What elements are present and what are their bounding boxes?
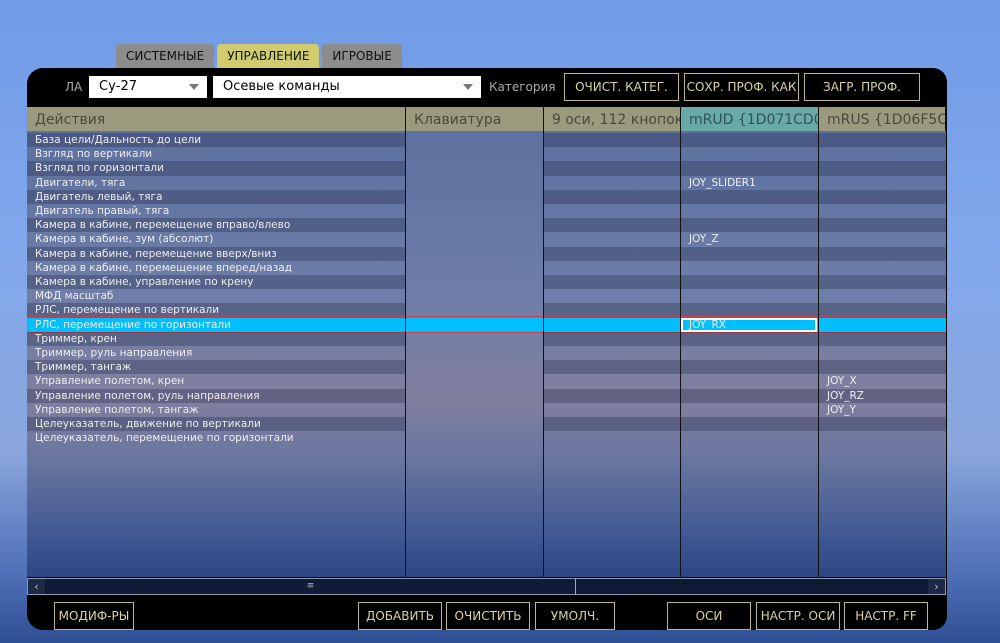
grip-icon: ≡	[306, 581, 315, 591]
mrus-cell[interactable]	[819, 204, 946, 218]
add-button[interactable]: ДОБАВИТЬ	[358, 602, 442, 630]
load-profile-button[interactable]: ЗАГР. ПРОФ.	[804, 73, 920, 101]
aircraft-label: ЛА	[65, 80, 83, 94]
column-header-device[interactable]: 9 оси, 112 кнопок	[544, 107, 681, 131]
bindings-table: Действия Клавиатура 9 оси, 112 кнопок mR…	[27, 107, 946, 577]
tab-system[interactable]: СИСТЕМНЫЕ	[116, 44, 215, 68]
mrus-cell[interactable]	[819, 317, 946, 332]
scroll-left-icon[interactable]: ‹	[28, 579, 45, 594]
mrus-cell[interactable]	[819, 133, 946, 148]
save-profile-as-button[interactable]: СОХР. ПРОФ. КАК	[684, 73, 799, 101]
column-divider	[544, 131, 681, 577]
mrus-cell[interactable]: JOY_Y	[819, 403, 946, 417]
mrus-cell[interactable]	[819, 346, 946, 360]
mrus-cell[interactable]	[819, 431, 946, 445]
category-value: Осевые команды	[223, 79, 340, 94]
mrus-cell[interactable]	[819, 176, 946, 190]
category-select[interactable]: Осевые команды	[213, 76, 481, 98]
mrus-cell[interactable]	[819, 246, 946, 261]
category-label: Категория	[489, 80, 556, 94]
mrus-cell[interactable]	[819, 189, 946, 204]
default-button[interactable]: УМОЛЧ.	[535, 602, 615, 630]
tab-controls[interactable]: УПРАВЛЕНИЕ	[217, 44, 320, 68]
column-header-keyboard[interactable]: Клавиатура	[406, 107, 544, 131]
mrus-cell[interactable]	[819, 275, 946, 290]
modifiers-button[interactable]: МОДИФ-РЫ	[54, 602, 134, 630]
mrus-cell[interactable]	[819, 161, 946, 176]
chevron-down-icon	[189, 84, 199, 90]
scroll-right-icon[interactable]: ›	[928, 579, 945, 594]
clear-category-button[interactable]: ОЧИСТ. КАТЕГ.	[564, 73, 679, 101]
ff-tune-button[interactable]: НАСТР. FF	[844, 602, 928, 630]
mrus-cell[interactable]	[819, 360, 946, 375]
axis-tune-button[interactable]: НАСТР. ОСИ	[756, 602, 840, 630]
axes-button[interactable]: ОСИ	[667, 602, 751, 630]
controls-panel: ЛА Су-27 Осевые команды Категория ОЧИСТ.…	[27, 68, 947, 630]
mrus-cell[interactable]	[819, 261, 946, 275]
mrus-cell[interactable]	[819, 417, 946, 432]
column-divider	[406, 131, 544, 577]
mrus-cell[interactable]: JOY_RZ	[819, 388, 946, 403]
horizontal-scrollbar[interactable]: ‹ ≡ ›	[27, 578, 946, 595]
mrus-cell[interactable]	[819, 218, 946, 233]
column-header-mrud[interactable]: mRUD {1D071CD0	[681, 107, 819, 131]
column-header-actions[interactable]: Действия	[27, 107, 406, 131]
mrus-cell[interactable]: JOY_X	[819, 374, 946, 388]
clear-button[interactable]: ОЧИСТИТЬ	[446, 602, 530, 630]
column-divider	[27, 131, 406, 577]
aircraft-select[interactable]: Су-27	[89, 76, 207, 98]
tab-bar: СИСТЕМНЫЕ УПРАВЛЕНИЕ ИГРОВЫЕ	[116, 44, 402, 68]
mrus-cell[interactable]	[819, 232, 946, 246]
mrus-cell[interactable]	[819, 331, 946, 346]
column-divider	[681, 131, 819, 577]
mrus-cell[interactable]	[819, 303, 946, 318]
chevron-down-icon	[463, 84, 473, 90]
mrus-cell[interactable]	[819, 147, 946, 161]
aircraft-value: Су-27	[99, 79, 138, 94]
tab-gameplay[interactable]: ИГРОВЫЕ	[322, 44, 402, 68]
toolbar: ЛА Су-27 Осевые команды Категория ОЧИСТ.…	[27, 68, 947, 106]
column-header-mrus[interactable]: mRUS {1D06F5C0	[819, 107, 946, 131]
mrus-cell[interactable]	[819, 289, 946, 303]
scroll-thumb[interactable]: ≡	[46, 579, 576, 594]
